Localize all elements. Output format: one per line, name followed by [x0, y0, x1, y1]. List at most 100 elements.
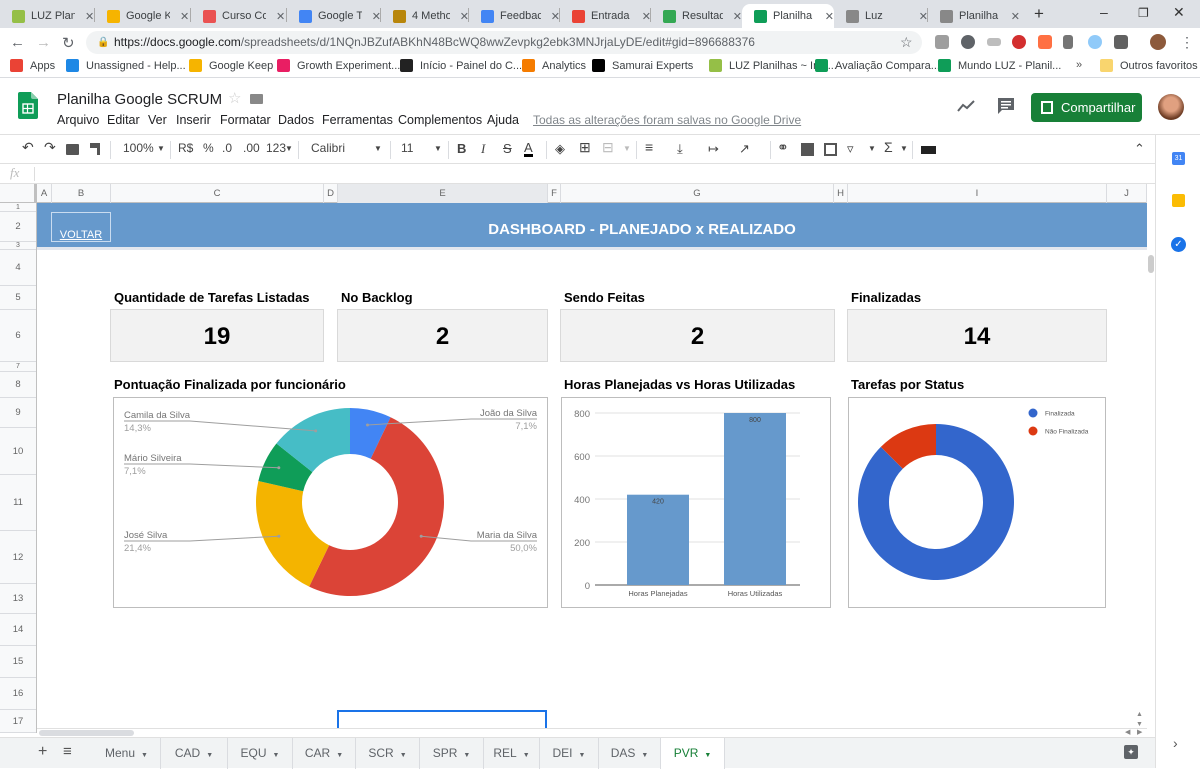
- extension-icon[interactable]: [1012, 35, 1026, 49]
- bookmark-item[interactable]: Avaliação Compara...: [815, 59, 940, 72]
- browser-tab[interactable]: Google Tr ✕: [287, 4, 381, 28]
- calendar-icon[interactable]: 31: [1172, 152, 1185, 165]
- merge-cells-icon[interactable]: ⊟: [602, 139, 614, 156]
- row-header[interactable]: 10: [0, 428, 36, 475]
- scroll-down-icon[interactable]: ▼: [1136, 721, 1143, 728]
- menu-formatar[interactable]: Formatar: [220, 113, 271, 127]
- keep-icon[interactable]: [1172, 194, 1185, 207]
- sheet-tab-equ[interactable]: EQU ▼: [228, 738, 293, 769]
- browser-tab[interactable]: Planilha d ✕: [928, 4, 1020, 28]
- column-header[interactable]: A: [37, 184, 52, 203]
- bookmark-item[interactable]: Mundo LUZ - Planil...: [938, 59, 1061, 72]
- sheet-tab-scr[interactable]: SCR ▼: [356, 738, 420, 769]
- address-bar[interactable]: 🔒 https://docs.google.com/spreadsheets/d…: [86, 31, 922, 54]
- decrease-decimals-button[interactable]: .0: [222, 141, 232, 155]
- vertical-scroll-thumb[interactable]: [1148, 255, 1154, 273]
- browser-tab[interactable]: Luz ✕: [834, 4, 928, 28]
- row-header[interactable]: 12: [0, 531, 36, 584]
- vertical-align-icon[interactable]: ⤓: [677, 141, 683, 157]
- bookmark-item[interactable]: Growth Experiment...: [277, 59, 400, 72]
- hours-bar-chart[interactable]: 0 200 400 600 800 420 Horas Planejadas 800 Horas…: [561, 397, 831, 608]
- close-tab-icon[interactable]: ✕: [85, 10, 94, 23]
- menu-inserir[interactable]: Inserir: [176, 113, 211, 127]
- sheet-tab-menu[interactable]: Menu ▼: [93, 738, 161, 769]
- fill-color-icon[interactable]: ◈: [555, 141, 565, 157]
- sheet-tab-car[interactable]: CAR ▼: [293, 738, 356, 769]
- column-header[interactable]: F: [548, 184, 561, 203]
- horizontal-scrollbar[interactable]: ◀ ▶: [37, 728, 1147, 737]
- reload-icon[interactable]: ↻: [62, 34, 75, 52]
- expand-panel-icon[interactable]: ›: [1173, 735, 1178, 751]
- column-header[interactable]: H: [834, 184, 848, 203]
- close-window-button[interactable]: ✕: [1173, 4, 1185, 21]
- row-header[interactable]: 4: [0, 250, 36, 286]
- row-header[interactable]: 11: [0, 475, 36, 531]
- close-tab-icon[interactable]: ✕: [1011, 10, 1020, 23]
- bold-icon[interactable]: B: [457, 141, 466, 156]
- bookmark-item[interactable]: Início - Painel do C...: [400, 59, 522, 72]
- row-header[interactable]: 15: [0, 646, 36, 678]
- vertical-scrollbar[interactable]: [1147, 250, 1155, 728]
- borders-icon[interactable]: ⊞: [579, 139, 591, 156]
- extension-icon[interactable]: [961, 35, 975, 49]
- sheet-tab-cad[interactable]: CAD ▼: [161, 738, 228, 769]
- share-button[interactable]: Compartilhar: [1031, 93, 1142, 122]
- column-header[interactable]: B: [52, 184, 111, 203]
- forward-icon[interactable]: →: [36, 34, 51, 51]
- menu-ajuda[interactable]: Ajuda: [487, 113, 519, 127]
- text-rotation-icon[interactable]: ↗: [739, 141, 750, 157]
- column-header[interactable]: E: [338, 184, 548, 203]
- extension-icon[interactable]: [1114, 35, 1128, 49]
- points-by-employee-chart[interactable]: João da Silva 7,1% Maria da Silva 50,0% José…: [113, 397, 548, 608]
- user-avatar[interactable]: [1158, 94, 1184, 120]
- explore-button[interactable]: ✦: [1124, 745, 1138, 759]
- close-tab-icon[interactable]: ✕: [180, 10, 189, 23]
- zoom-select[interactable]: 100%: [123, 141, 154, 155]
- all-sheets-button[interactable]: ≡: [63, 743, 72, 760]
- column-header[interactable]: I: [848, 184, 1107, 203]
- close-tab-icon[interactable]: ✕: [733, 10, 742, 23]
- bookmark-item[interactable]: Analytics: [522, 59, 586, 72]
- row-header[interactable]: 8: [0, 372, 36, 398]
- redo-icon[interactable]: ↷: [44, 139, 56, 156]
- text-wrapping-icon[interactable]: ↦: [708, 141, 719, 157]
- other-bookmarks-folder[interactable]: Outros favoritos: [1100, 59, 1198, 72]
- menu-ferramentas[interactable]: Ferramentas: [322, 113, 393, 127]
- font-dropdown-icon[interactable]: ▼: [374, 144, 382, 153]
- status-donut-chart[interactable]: Finalizada Não Finalizada: [848, 397, 1106, 608]
- undo-icon[interactable]: ↶: [22, 139, 34, 156]
- browser-tab[interactable]: Curso Cor ✕: [191, 4, 287, 28]
- row-header[interactable]: 2: [0, 212, 36, 242]
- row-header[interactable]: 5: [0, 286, 36, 310]
- maximize-button[interactable]: ❐: [1138, 6, 1149, 20]
- currency-format-button[interactable]: R$: [178, 141, 193, 155]
- folder-icon[interactable]: [250, 94, 263, 104]
- browser-tab[interactable]: LUZ Planil ✕: [0, 4, 95, 28]
- input-tools-icon[interactable]: [921, 146, 936, 154]
- bar-0[interactable]: [627, 494, 689, 585]
- collapse-menu-icon[interactable]: ⌃: [1134, 141, 1145, 157]
- scroll-up-icon[interactable]: ▲: [1136, 711, 1143, 718]
- bookmark-star-icon[interactable]: ☆: [900, 31, 913, 54]
- filter-icon[interactable]: ▿: [847, 141, 854, 157]
- voltar-link[interactable]: VOLTAR: [51, 212, 111, 242]
- insert-link-icon[interactable]: ⚭: [777, 139, 789, 156]
- new-tab-button[interactable]: +: [1034, 4, 1044, 24]
- text-color-icon[interactable]: A: [524, 141, 533, 157]
- row-header[interactable]: 9: [0, 398, 36, 428]
- tasks-icon[interactable]: ✓: [1171, 237, 1186, 252]
- row-header[interactable]: 6: [0, 310, 36, 362]
- more-formats-button[interactable]: 123: [266, 141, 286, 155]
- extension-icon[interactable]: [1088, 35, 1102, 49]
- row-header[interactable]: 14: [0, 614, 36, 646]
- close-tab-icon[interactable]: ✕: [276, 10, 285, 23]
- formula-bar[interactable]: fx: [0, 164, 1155, 184]
- minimize-button[interactable]: –: [1100, 4, 1108, 20]
- font-size-dropdown-icon[interactable]: ▼: [434, 144, 442, 153]
- profile-avatar[interactable]: [1150, 34, 1166, 50]
- menu-editar[interactable]: Editar: [107, 113, 140, 127]
- paint-format-icon[interactable]: [90, 143, 100, 155]
- browser-tab[interactable]: Entrada - ✕: [560, 4, 651, 28]
- row-header[interactable]: 17: [0, 710, 36, 733]
- column-header[interactable]: G: [561, 184, 834, 203]
